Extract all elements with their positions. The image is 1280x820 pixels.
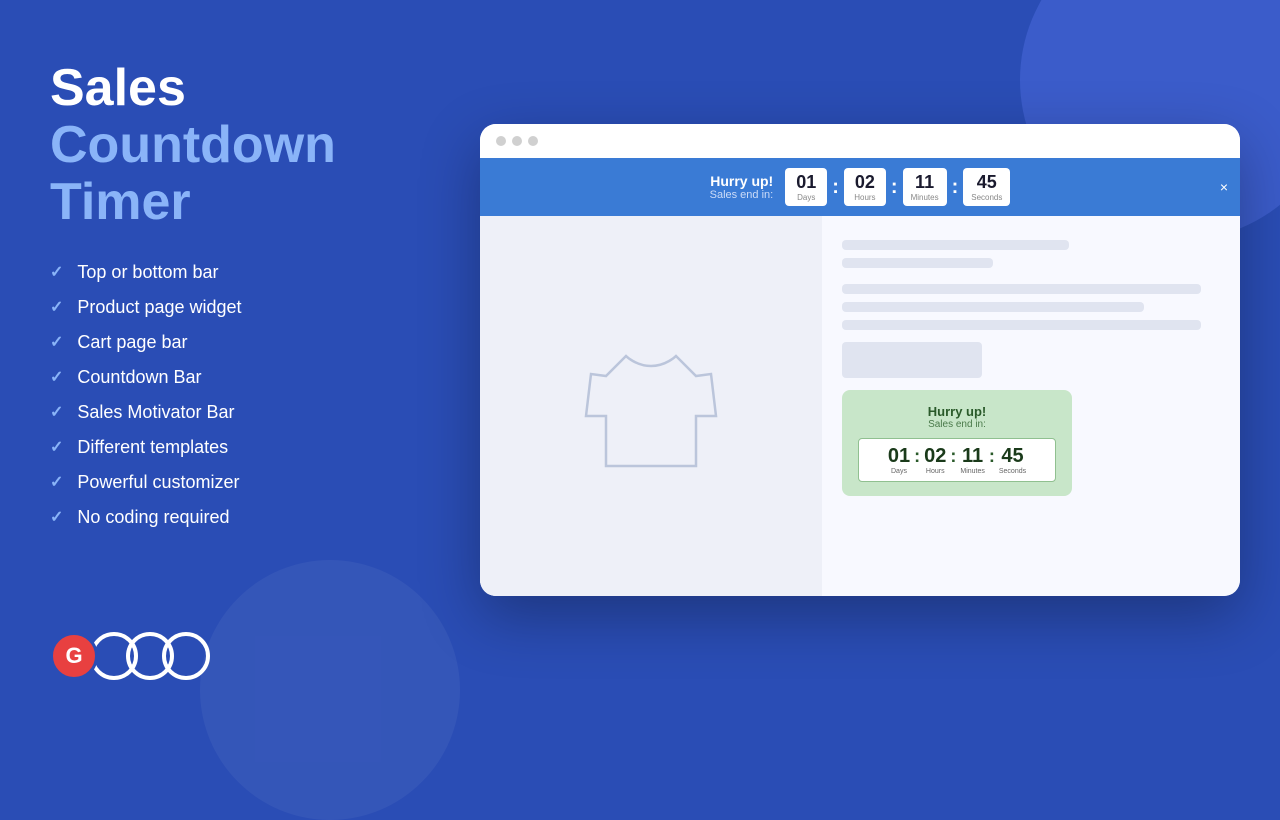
browser-dot-3 [528,136,538,146]
widget-countdown: Hurry up! Sales end in: 01 Days : 02 Hou… [842,390,1072,496]
title-timer: Timer [50,173,191,231]
feature-label-5: Sales Motivator Bar [77,402,234,423]
feature-label-1: Top or bottom bar [77,262,218,283]
left-panel: Sales Countdown Timer ✓ Top or bottom ba… [0,0,440,720]
seconds-num: 45 [971,172,1002,193]
widget-seconds-lbl: Seconds [999,468,1026,475]
check-icon-3: ✓ [50,332,63,352]
feature-no-coding-required: ✓ No coding required [50,507,390,528]
product-area [480,216,822,596]
check-icon-4: ✓ [50,367,63,387]
feature-different-templates: ✓ Different templates [50,437,390,458]
widget-hurry-up: Hurry up! [858,404,1056,419]
feature-sales-motivator-bar: ✓ Sales Motivator Bar [50,402,390,423]
feature-label-8: No coding required [77,507,229,528]
widget-hours-num: 02 [924,445,946,468]
placeholder-desc-3 [842,320,1201,330]
bar-hurry-up: Hurry up! [710,173,774,189]
widget-minutes-num: 11 [960,445,985,468]
colon-1: : [832,176,839,199]
right-panel: Hurry up! Sales end in: 01 Days : 02 Hou… [480,124,1240,596]
widget-days-lbl: Days [888,468,910,475]
feature-label-7: Powerful customizer [77,472,239,493]
feature-countdown-bar: ✓ Countdown Bar [50,367,390,388]
feature-top-bottom-bar: ✓ Top or bottom bar [50,262,390,283]
browser-content: Hurry up! Sales end in: 01 Days : 02 Hou… [480,216,1240,596]
widget-colon-1: : [914,446,920,467]
title-block: Sales Countdown Timer [50,60,390,232]
logo-g-letter: G [50,632,98,680]
features-list: ✓ Top or bottom bar ✓ Product page widge… [50,262,390,542]
placeholder-desc-2 [842,302,1144,312]
check-icon-8: ✓ [50,507,63,527]
widget-hours-lbl: Hours [924,468,946,475]
time-box-days: 01 Days [785,168,827,206]
seconds-label: Seconds [971,193,1002,202]
browser-titlebar [480,124,1240,158]
countdown-bar: Hurry up! Sales end in: 01 Days : 02 Hou… [480,158,1240,216]
check-icon-7: ✓ [50,472,63,492]
feature-label-3: Cart page bar [77,332,187,353]
product-image [571,326,731,486]
close-button[interactable]: × [1220,179,1228,195]
widget-days-num: 01 [888,445,910,468]
placeholder-desc-1 [842,284,1201,294]
title-line-1: Sales Countdown [50,60,390,174]
widget-seconds-num: 45 [999,445,1026,468]
minutes-num: 11 [911,172,939,193]
widget-colon-2: : [950,446,956,467]
title-line-2: Timer [50,174,390,231]
minutes-label: Minutes [911,193,939,202]
check-icon-2: ✓ [50,297,63,317]
placeholder-button [842,342,982,378]
placeholder-title [842,240,1069,250]
check-icon-1: ✓ [50,262,63,282]
feature-powerful-customizer: ✓ Powerful customizer [50,472,390,493]
widget-sales-end: Sales end in: [858,419,1056,430]
colon-2: : [891,176,898,199]
feature-label-4: Countdown Bar [77,367,201,388]
widget-days-group: 01 Days [888,445,910,475]
widget-hours-group: 02 Hours [924,445,946,475]
widget-seconds-group: 45 Seconds [999,445,1026,475]
countdown-bar-text: Hurry up! Sales end in: [710,173,774,201]
countdown-units: 01 Days : 02 Hours : 11 Minutes : 45 Sec… [785,168,1010,206]
feature-product-page-widget: ✓ Product page widget [50,297,390,318]
browser-dot-1 [496,136,506,146]
hours-num: 02 [852,172,878,193]
placeholder-price [842,258,993,268]
product-details: Hurry up! Sales end in: 01 Days : 02 Hou… [822,216,1240,596]
widget-colon-3: : [989,446,995,467]
title-sales: Sales [50,59,186,117]
colon-3: : [952,176,959,199]
feature-cart-page-bar: ✓ Cart page bar [50,332,390,353]
browser-window: Hurry up! Sales end in: 01 Days : 02 Hou… [480,124,1240,596]
time-box-minutes: 11 Minutes [903,168,947,206]
days-label: Days [793,193,819,202]
title-countdown: Countdown [50,116,336,174]
days-num: 01 [793,172,819,193]
time-box-hours: 02 Hours [844,168,886,206]
widget-minutes-group: 11 Minutes [960,445,985,475]
hours-label: Hours [852,193,878,202]
feature-label-6: Different templates [77,437,228,458]
widget-timer-box: 01 Days : 02 Hours : 11 Minutes [858,438,1056,482]
feature-label-2: Product page widget [77,297,241,318]
check-icon-6: ✓ [50,437,63,457]
widget-minutes-lbl: Minutes [960,468,985,475]
bar-sales-end: Sales end in: [710,189,774,201]
time-box-seconds: 45 Seconds [963,168,1010,206]
browser-dot-2 [512,136,522,146]
check-icon-5: ✓ [50,402,63,422]
logo: G [50,632,210,680]
